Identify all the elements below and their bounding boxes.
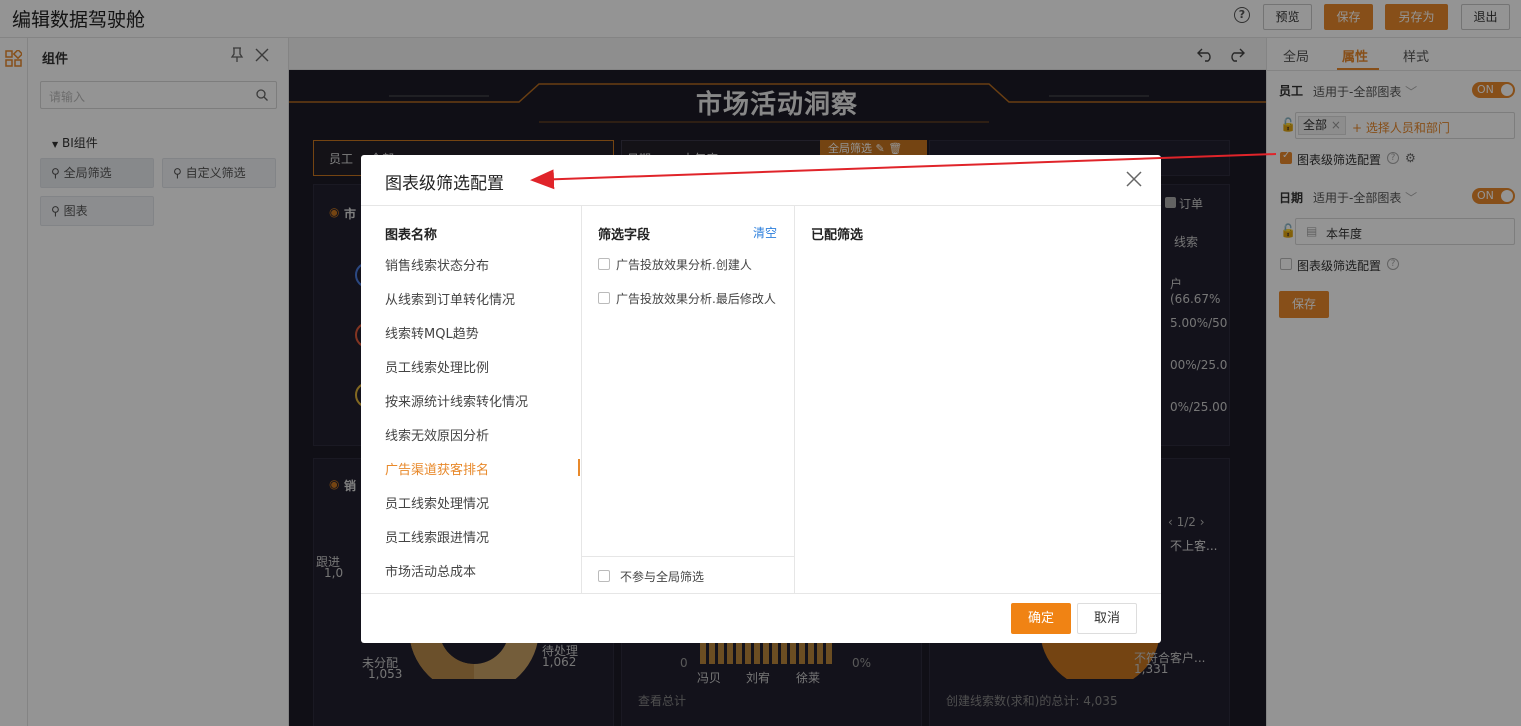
annotation-arrow <box>530 153 1277 190</box>
